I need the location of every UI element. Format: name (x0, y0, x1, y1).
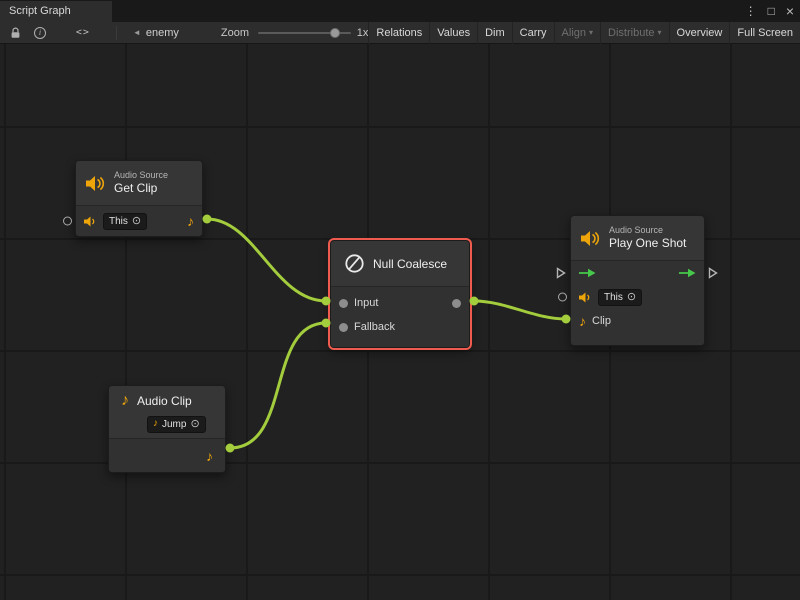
overview-button[interactable]: Overview (669, 22, 730, 44)
breadcrumb-back-icon: ◄ (133, 28, 141, 37)
node-category: Audio Source (609, 225, 686, 236)
fullscreen-button[interactable]: Full Screen (729, 22, 800, 44)
info-icon[interactable]: i (34, 27, 46, 39)
node-null-coalesce[interactable]: Null Coalesce Input Fallback (330, 240, 470, 348)
port-row-this: This ⊙ ♪ (76, 206, 202, 236)
toolbar-buttons: Relations Values Dim Carry Align▾ Distri… (368, 22, 800, 44)
audio-clip-icon: ♪ (121, 393, 129, 409)
node-header[interactable]: Null Coalesce (331, 241, 469, 286)
close-icon[interactable]: × (786, 0, 794, 22)
toolbar-separator (116, 26, 117, 40)
values-button[interactable]: Values (429, 22, 477, 44)
port-row-fallback: Fallback (331, 315, 469, 339)
align-button: Align▾ (554, 22, 600, 44)
zoom-slider[interactable] (258, 26, 351, 40)
output-port[interactable] (452, 299, 461, 308)
unity-script-graph-window: Script Graph ⋮ □ × i <> ◄ enemy Zoom 1x (0, 0, 800, 600)
graph-toolbar: i <> ◄ enemy Zoom 1x Relations Values Di… (0, 22, 800, 44)
wire-getclip-to-input[interactable] (207, 219, 326, 301)
tab-bar: Script Graph ⋮ □ × (0, 0, 800, 22)
audio-clip-dropdown[interactable]: ♪ Jump ⊙ (147, 416, 206, 433)
breadcrumb-label: enemy (146, 27, 179, 39)
node-header[interactable]: Audio Source Play One Shot (571, 216, 704, 260)
fallback-port-label: Fallback (354, 321, 395, 333)
port-row-clip: ♪ Clip (571, 309, 704, 333)
flow-input-port[interactable] (556, 267, 566, 279)
input-port[interactable] (339, 299, 348, 308)
lock-icon[interactable] (10, 27, 21, 39)
tab-script-graph[interactable]: Script Graph (0, 1, 112, 22)
audio-clip-note-icon: ♪ (187, 214, 194, 228)
tab-title: Script Graph (9, 5, 71, 17)
clip-port-label: Clip (592, 315, 611, 327)
port-row-input: Input (331, 291, 469, 315)
node-title: Null Coalesce (373, 257, 447, 271)
chevron-down-icon: ▾ (589, 28, 593, 37)
input-port-target[interactable] (63, 217, 72, 226)
flow-output-port[interactable] (708, 267, 718, 279)
null-coalesce-icon (344, 253, 365, 274)
node-category: Audio Source (114, 170, 168, 181)
distribute-button: Distribute▾ (600, 22, 668, 44)
wire-output-to-clip[interactable] (474, 301, 566, 319)
wire-audioclip-to-fallback[interactable] (230, 323, 326, 448)
node-play-one-shot[interactable]: Audio Source Play One Shot (570, 215, 705, 346)
node-get-clip[interactable]: Audio Source Get Clip This ⊙ (75, 160, 203, 237)
node-title: Get Clip (114, 181, 168, 195)
code-view-icon[interactable]: <> (76, 27, 90, 38)
this-dropdown-value: This (109, 216, 128, 227)
node-header[interactable]: ♪ Audio Clip ♪ Jump ⊙ (109, 386, 225, 434)
zoom-slider-handle[interactable] (330, 28, 340, 38)
audio-source-mini-icon (84, 216, 97, 227)
node-title: Play One Shot (609, 236, 686, 250)
window-menu-icon[interactable]: ⋮ (745, 0, 757, 22)
fallback-port[interactable] (339, 323, 348, 332)
input-port-label: Input (354, 297, 378, 309)
this-object-dropdown[interactable]: This ⊙ (103, 213, 147, 230)
flow-out-arrow-icon (679, 268, 696, 278)
input-port-target[interactable] (558, 293, 567, 302)
audio-source-mini-icon (579, 292, 592, 303)
this-dropdown-value: This (604, 292, 623, 303)
graph-canvas[interactable]: Audio Source Get Clip This ⊙ (0, 44, 800, 600)
flow-in-arrow-icon (579, 268, 596, 278)
breadcrumb[interactable]: ◄ enemy (133, 27, 179, 39)
this-object-dropdown[interactable]: This ⊙ (598, 289, 642, 306)
port-row-this: This ⊙ (571, 285, 704, 309)
object-picker-icon[interactable]: ⊙ (190, 419, 199, 430)
zoom-label: Zoom (221, 27, 249, 39)
node-header[interactable]: Audio Source Get Clip (76, 161, 202, 205)
audio-source-icon (85, 175, 106, 192)
flow-row (571, 261, 704, 285)
maximize-icon[interactable]: □ (768, 0, 775, 22)
node-audio-clip[interactable]: ♪ Audio Clip ♪ Jump ⊙ ♪ (108, 385, 226, 473)
object-picker-icon[interactable]: ⊙ (627, 292, 636, 303)
audio-clip-note-icon: ♪ (206, 449, 213, 463)
audio-clip-value: Jump (162, 419, 186, 430)
node-title: Audio Clip (137, 394, 192, 408)
zoom-value: 1x (357, 27, 369, 39)
dim-button[interactable]: Dim (477, 22, 512, 44)
carry-button[interactable]: Carry (512, 22, 554, 44)
audio-source-icon (580, 230, 601, 247)
chevron-down-icon: ▾ (658, 28, 662, 37)
object-picker-icon[interactable]: ⊙ (132, 216, 141, 227)
output-row: ♪ (109, 439, 225, 472)
relations-button[interactable]: Relations (368, 22, 429, 44)
audio-clip-note-icon: ♪ (153, 419, 158, 429)
audio-clip-note-icon: ♪ (579, 314, 586, 328)
